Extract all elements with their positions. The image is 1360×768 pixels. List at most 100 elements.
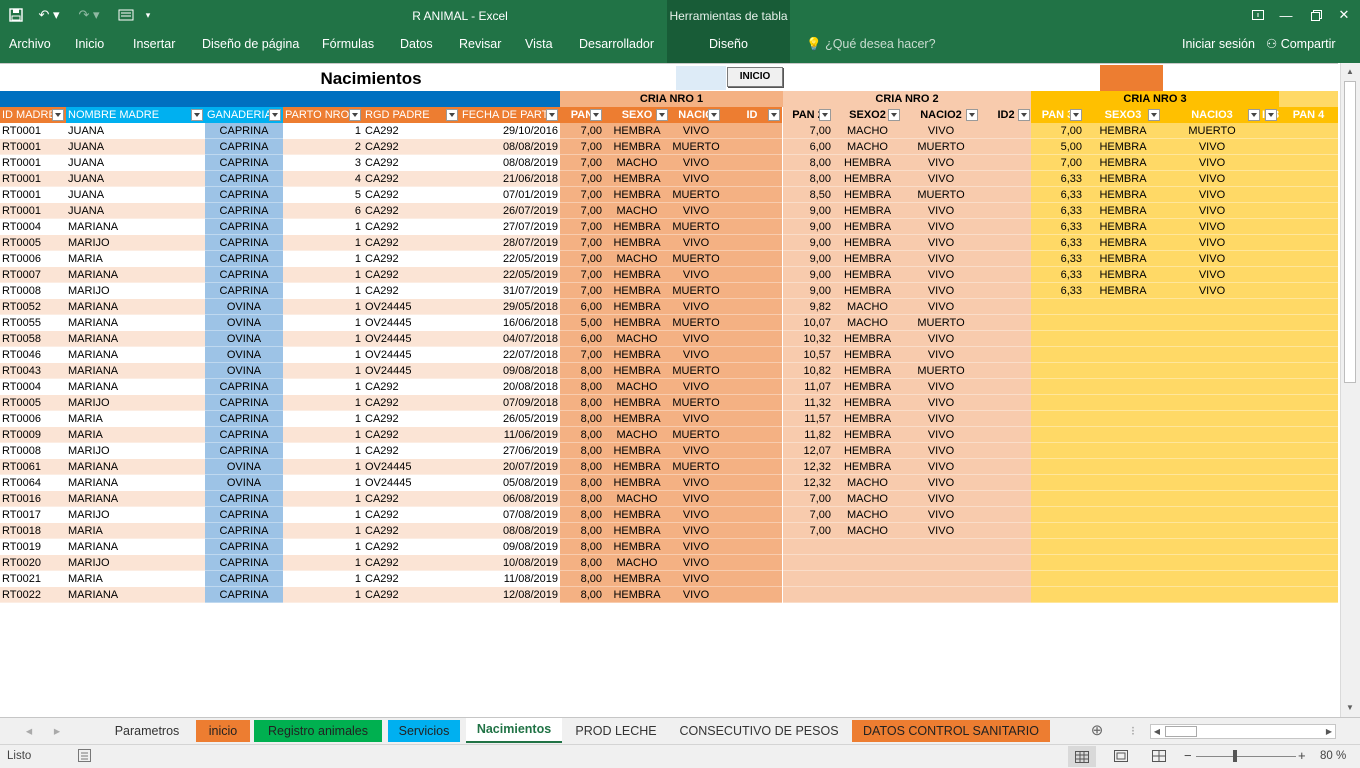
- table-cell[interactable]: MACHO: [604, 155, 670, 171]
- table-cell[interactable]: 11/08/2019: [460, 571, 560, 587]
- table-cell[interactable]: VIVO: [670, 299, 722, 315]
- table-cell[interactable]: CAPRINA: [205, 283, 283, 299]
- table-cell[interactable]: 7,00: [783, 523, 833, 539]
- table-cell[interactable]: [980, 203, 1032, 219]
- table-cell[interactable]: MUERTO: [670, 251, 722, 267]
- filter-dropdown-icon[interactable]: [656, 109, 668, 121]
- table-cell[interactable]: 7,00: [783, 491, 833, 507]
- table-cell[interactable]: [1162, 331, 1262, 347]
- table-cell[interactable]: 28/07/2019: [460, 235, 560, 251]
- table-cell[interactable]: 26/07/2019: [460, 203, 560, 219]
- table-cell[interactable]: 1: [283, 571, 363, 587]
- table-cell[interactable]: CAPRINA: [205, 491, 283, 507]
- table-cell[interactable]: 21/06/2018: [460, 171, 560, 187]
- table-cell[interactable]: VIVO: [902, 523, 980, 539]
- table-cell[interactable]: 7,00: [560, 187, 604, 203]
- table-cell[interactable]: HEMBRA: [604, 459, 670, 475]
- table-cell[interactable]: HEMBRA: [604, 475, 670, 491]
- sheet-tab-prod-leche[interactable]: PROD LECHE: [566, 720, 666, 742]
- table-cell[interactable]: [722, 219, 782, 235]
- table-cell[interactable]: HEMBRA: [1084, 283, 1162, 299]
- table-cell[interactable]: [1084, 395, 1162, 411]
- table-cell[interactable]: 8,00: [560, 555, 604, 571]
- table-cell[interactable]: [1031, 475, 1084, 491]
- table-cell[interactable]: VIVO: [670, 491, 722, 507]
- table-cell[interactable]: HEMBRA: [604, 411, 670, 427]
- table-cell[interactable]: [1084, 491, 1162, 507]
- filter-dropdown-icon[interactable]: [269, 109, 281, 121]
- table-cell[interactable]: HEMBRA: [833, 331, 902, 347]
- table-cell[interactable]: CAPRINA: [205, 523, 283, 539]
- table-cell[interactable]: MARIANA: [66, 475, 205, 491]
- table-cell[interactable]: HEMBRA: [1084, 251, 1162, 267]
- table-cell[interactable]: 8,00: [560, 491, 604, 507]
- table-cell[interactable]: MARIJO: [66, 395, 205, 411]
- table-cell[interactable]: MUERTO: [670, 315, 722, 331]
- table-cell[interactable]: CA292: [363, 235, 460, 251]
- table-cell[interactable]: VIVO: [902, 347, 980, 363]
- table-cell[interactable]: MUERTO: [902, 363, 980, 379]
- table-cell[interactable]: OVINA: [205, 315, 283, 331]
- table-cell[interactable]: [1084, 507, 1162, 523]
- table-cell[interactable]: 6,00: [560, 331, 604, 347]
- table-cell[interactable]: MUERTO: [902, 187, 980, 203]
- table-cell[interactable]: [980, 123, 1032, 139]
- table-cell[interactable]: VIVO: [670, 155, 722, 171]
- table-cell[interactable]: OVINA: [205, 299, 283, 315]
- page-layout-view-icon[interactable]: [1114, 750, 1128, 765]
- table-cell[interactable]: 1: [283, 123, 363, 139]
- table-cell[interactable]: VIVO: [902, 299, 980, 315]
- table-cell[interactable]: 9,82: [783, 299, 833, 315]
- table-cell[interactable]: 1: [283, 539, 363, 555]
- table-cell[interactable]: HEMBRA: [604, 187, 670, 203]
- table-row-id[interactable]: RT0007: [0, 267, 66, 283]
- table-cell[interactable]: 9,00: [783, 283, 833, 299]
- table-cell[interactable]: 8,00: [560, 427, 604, 443]
- save-icon[interactable]: [4, 4, 28, 26]
- table-cell[interactable]: [1262, 267, 1279, 283]
- table-cell[interactable]: OV24445: [363, 347, 460, 363]
- table-cell[interactable]: MARIA: [66, 427, 205, 443]
- table-cell[interactable]: 11/06/2019: [460, 427, 560, 443]
- table-cell[interactable]: [1262, 315, 1279, 331]
- table-cell[interactable]: [1262, 187, 1279, 203]
- minimize-icon[interactable]: —: [1272, 4, 1300, 26]
- table-cell[interactable]: 04/07/2018: [460, 331, 560, 347]
- table-cell[interactable]: 12,32: [783, 459, 833, 475]
- table-cell[interactable]: MACHO: [833, 123, 902, 139]
- table-row-id[interactable]: RT0046: [0, 347, 66, 363]
- table-cell[interactable]: 7,00: [560, 139, 604, 155]
- table-cell[interactable]: [980, 235, 1032, 251]
- table-cell[interactable]: HEMBRA: [833, 443, 902, 459]
- table-cell[interactable]: [1031, 555, 1084, 571]
- table-cell[interactable]: 6,33: [1031, 187, 1084, 203]
- table-cell[interactable]: [1262, 299, 1279, 315]
- customize-qat-icon[interactable]: ▾: [140, 4, 156, 26]
- table-cell[interactable]: CA292: [363, 139, 460, 155]
- table-cell[interactable]: MACHO: [604, 251, 670, 267]
- table-cell[interactable]: VIVO: [670, 411, 722, 427]
- table-cell[interactable]: CAPRINA: [205, 539, 283, 555]
- table-cell[interactable]: HEMBRA: [604, 139, 670, 155]
- table-row-id[interactable]: RT0055: [0, 315, 66, 331]
- table-cell[interactable]: [1162, 459, 1262, 475]
- table-cell[interactable]: 7,00: [560, 219, 604, 235]
- table-cell[interactable]: HEMBRA: [833, 459, 902, 475]
- table-cell[interactable]: [1031, 315, 1084, 331]
- table-cell[interactable]: 16/06/2018: [460, 315, 560, 331]
- table-cell[interactable]: [1031, 395, 1084, 411]
- table-cell[interactable]: [1031, 331, 1084, 347]
- table-cell[interactable]: 1: [283, 587, 363, 603]
- table-cell[interactable]: VIVO: [902, 427, 980, 443]
- table-cell[interactable]: [1031, 507, 1084, 523]
- table-cell[interactable]: OV24445: [363, 331, 460, 347]
- table-cell[interactable]: [1262, 587, 1279, 603]
- table-cell[interactable]: VIVO: [902, 235, 980, 251]
- sheet-tab-inicio[interactable]: inicio: [196, 720, 250, 742]
- table-cell[interactable]: 7,00: [560, 171, 604, 187]
- table-cell[interactable]: [722, 539, 782, 555]
- table-cell[interactable]: 1: [283, 459, 363, 475]
- table-cell[interactable]: 7,00: [560, 123, 604, 139]
- table-cell[interactable]: [1031, 587, 1084, 603]
- table-cell[interactable]: JUANA: [66, 187, 205, 203]
